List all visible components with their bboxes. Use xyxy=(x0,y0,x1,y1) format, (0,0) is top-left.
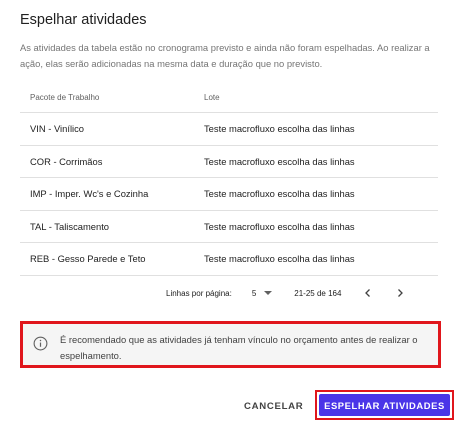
rows-per-page-value: 5 xyxy=(251,288,257,298)
table-row: REB - Gesso Parede e Teto Teste macroflu… xyxy=(20,243,438,276)
table-pagination: Linhas por página: 5 21-25 de 164 xyxy=(20,277,438,309)
activities-table: Pacote de Trabalho Lote VIN - Vinílico T… xyxy=(20,83,438,276)
pagination-range: 21-25 de 164 xyxy=(294,288,342,298)
table-row: IMP - Imper. Wc's e Cozinha Teste macrof… xyxy=(20,178,438,211)
pagination-nav xyxy=(363,288,405,298)
rows-per-page-label: Linhas por página: xyxy=(166,288,232,298)
work-package-cell: IMP - Imper. Wc's e Cozinha xyxy=(30,188,149,200)
work-package-cell: TAL - Taliscamento xyxy=(30,220,110,232)
previous-page-button[interactable] xyxy=(363,288,373,298)
lot-cell: Teste macrofluxo escolha das linhas xyxy=(204,253,355,265)
mirror-activities-dialog: Espelhar atividades As atividades da tab… xyxy=(0,0,461,421)
table-row: COR - Corrimãos Teste macrofluxo escolha… xyxy=(20,146,438,178)
dialog-title: Espelhar atividades xyxy=(20,12,147,28)
alert-text: É recomendado que as atividades já tenha… xyxy=(60,334,418,361)
chevron-left-icon xyxy=(365,289,371,297)
mirror-activities-button[interactable]: ESPELHAR ATIVIDADES xyxy=(319,394,450,416)
confirm-button-highlight: ESPELHAR ATIVIDADES xyxy=(315,390,454,420)
table-row: VIN - Vinílico Teste macrofluxo escolha … xyxy=(20,113,438,146)
table-row: TAL - Taliscamento Teste macrofluxo esco… xyxy=(20,211,438,243)
work-package-cell: VIN - Vinílico xyxy=(30,123,85,135)
rows-per-page-select[interactable]: 5 xyxy=(251,288,273,298)
cancel-button[interactable]: CANCELAR xyxy=(244,396,303,416)
work-package-cell: COR - Corrimãos xyxy=(30,155,103,167)
next-page-button[interactable] xyxy=(395,288,405,298)
column-header-work-package: Pacote de Trabalho xyxy=(30,93,100,102)
lot-cell: Teste macrofluxo escolha das linhas xyxy=(204,220,355,232)
info-icon xyxy=(33,336,48,351)
work-package-cell: REB - Gesso Parede e Teto xyxy=(30,253,146,265)
dialog-description: As atividades da tabela estão no cronogr… xyxy=(20,42,430,69)
chevron-right-icon xyxy=(398,289,404,297)
column-header-lot: Lote xyxy=(204,93,220,102)
recommendation-alert: É recomendado que as atividades já tenha… xyxy=(20,321,441,368)
table-header: Pacote de Trabalho Lote xyxy=(20,83,438,113)
caret-down-icon xyxy=(264,291,273,295)
lot-cell: Teste macrofluxo escolha das linhas xyxy=(204,188,355,200)
lot-cell: Teste macrofluxo escolha das linhas xyxy=(204,123,355,135)
dialog-actions: CANCELAR ESPELHAR ATIVIDADES xyxy=(0,390,461,421)
lot-cell: Teste macrofluxo escolha das linhas xyxy=(204,155,355,167)
